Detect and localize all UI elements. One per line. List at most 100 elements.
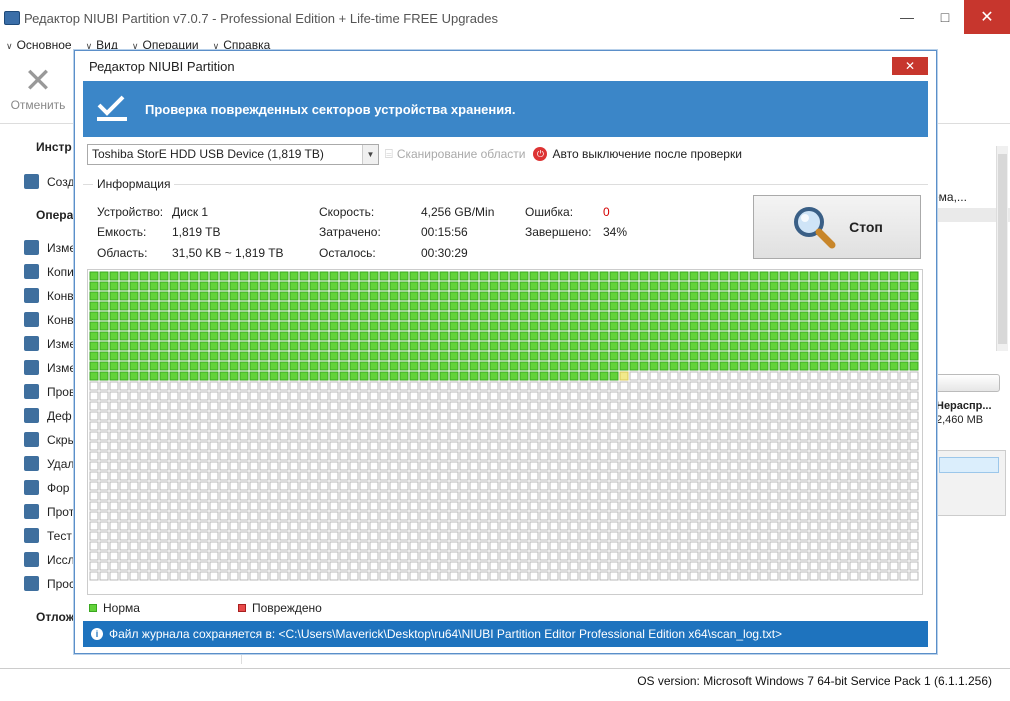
- right-panel-text: ема,...: [932, 190, 967, 204]
- menu-main[interactable]: ∨ Основное: [6, 38, 72, 52]
- block-pending: [99, 531, 109, 541]
- block-pending: [209, 431, 219, 441]
- block-pending: [499, 391, 509, 401]
- block-pending: [299, 461, 309, 471]
- undo-button[interactable]: ✕ Отменить: [6, 64, 70, 112]
- chevron-down-icon[interactable]: ▼: [362, 144, 378, 164]
- block-pending: [569, 381, 579, 391]
- minimize-button[interactable]: —: [888, 0, 926, 34]
- sidebar-item-13[interactable]: Иссл: [24, 552, 75, 567]
- block-normal: [489, 301, 499, 311]
- block-normal: [789, 281, 799, 291]
- sidebar-item-3[interactable]: Конв: [24, 312, 74, 327]
- block-normal: [599, 371, 609, 381]
- dialog-close-button[interactable]: ✕: [892, 57, 928, 75]
- block-normal: [629, 291, 639, 301]
- block-pending: [739, 551, 749, 561]
- block-pending: [509, 451, 519, 461]
- disk-map-partition[interactable]: [939, 457, 999, 473]
- block-pending: [299, 441, 309, 451]
- block-normal: [819, 321, 829, 331]
- block-normal: [399, 351, 409, 361]
- block-normal: [449, 351, 459, 361]
- sidebar-item-0[interactable]: Изме: [24, 240, 76, 255]
- device-select[interactable]: Toshiba StorE HDD USB Device (1,819 TB) …: [87, 143, 379, 165]
- sidebar-item-4[interactable]: Изме: [24, 336, 76, 351]
- block-pending: [189, 391, 199, 401]
- sidebar-item-7[interactable]: Деф: [24, 408, 72, 423]
- sidebar-item-11[interactable]: Прот: [24, 504, 74, 519]
- area-label: Область:: [97, 246, 148, 260]
- block-pending: [489, 481, 499, 491]
- block-normal: [379, 281, 389, 291]
- block-normal: [679, 291, 689, 301]
- block-pending: [339, 491, 349, 501]
- block-pending: [149, 411, 159, 421]
- block-pending: [769, 471, 779, 481]
- sidebar-item-2[interactable]: Конв: [24, 288, 74, 303]
- sidebar-item-1[interactable]: Копи: [24, 264, 74, 279]
- block-pending: [869, 541, 879, 551]
- block-pending: [829, 401, 839, 411]
- block-pending: [379, 431, 389, 441]
- block-pending: [399, 551, 409, 561]
- sidebar-item-8[interactable]: Скры: [24, 432, 76, 447]
- sidebar-item-10[interactable]: Фор: [24, 480, 69, 495]
- block-pending: [319, 441, 329, 451]
- block-normal: [589, 331, 599, 341]
- block-pending: [749, 541, 759, 551]
- block-normal: [239, 291, 249, 301]
- block-pending: [869, 501, 879, 511]
- scan-area-button[interactable]: ⌸ Сканирование области: [385, 146, 525, 162]
- block-pending: [399, 381, 409, 391]
- auto-shutdown-button[interactable]: ⏻ Авто выключение после проверки: [533, 147, 742, 161]
- block-pending: [159, 531, 169, 541]
- block-pending: [809, 371, 819, 381]
- block-pending: [269, 541, 279, 551]
- block-pending: [119, 451, 129, 461]
- block-pending: [729, 461, 739, 471]
- maximize-button[interactable]: □: [926, 0, 964, 34]
- block-normal: [869, 311, 879, 321]
- block-pending: [249, 551, 259, 561]
- block-pending: [279, 441, 289, 451]
- block-normal: [329, 361, 339, 371]
- block-pending: [449, 421, 459, 431]
- stop-button[interactable]: Стоп: [753, 195, 921, 259]
- block-normal: [409, 311, 419, 321]
- sidebar-item-14[interactable]: Прос: [24, 576, 75, 591]
- block-pending: [569, 481, 579, 491]
- block-normal: [739, 281, 749, 291]
- sidebar-item-5[interactable]: Изме: [24, 360, 76, 375]
- block-normal: [649, 321, 659, 331]
- sidebar-item-create[interactable]: Созд: [24, 174, 74, 189]
- sidebar-item-9[interactable]: Удал: [24, 456, 74, 471]
- block-pending: [279, 481, 289, 491]
- block-normal: [99, 321, 109, 331]
- block-normal: [629, 301, 639, 311]
- block-pending: [539, 401, 549, 411]
- sidebar-item-12[interactable]: Тест: [24, 528, 72, 543]
- block-pending: [129, 531, 139, 541]
- block-pending: [869, 461, 879, 471]
- scrollbar[interactable]: [996, 146, 1008, 351]
- block-normal: [219, 371, 229, 381]
- block-pending: [349, 501, 359, 511]
- block-pending: [559, 401, 569, 411]
- block-pending: [899, 391, 909, 401]
- sidebar-item-6[interactable]: Пров: [24, 384, 75, 399]
- block-pending: [789, 431, 799, 441]
- block-pending: [349, 551, 359, 561]
- block-pending: [259, 381, 269, 391]
- block-pending: [909, 471, 919, 481]
- close-button[interactable]: ✕: [964, 0, 1010, 34]
- block-normal: [869, 361, 879, 371]
- block-pending: [279, 431, 289, 441]
- block-normal: [599, 311, 609, 321]
- block-pending: [249, 561, 259, 571]
- block-pending: [309, 421, 319, 431]
- block-normal: [739, 291, 749, 301]
- scrollbar-thumb[interactable]: [998, 154, 1007, 344]
- block-pending: [249, 431, 259, 441]
- block-pending: [479, 441, 489, 451]
